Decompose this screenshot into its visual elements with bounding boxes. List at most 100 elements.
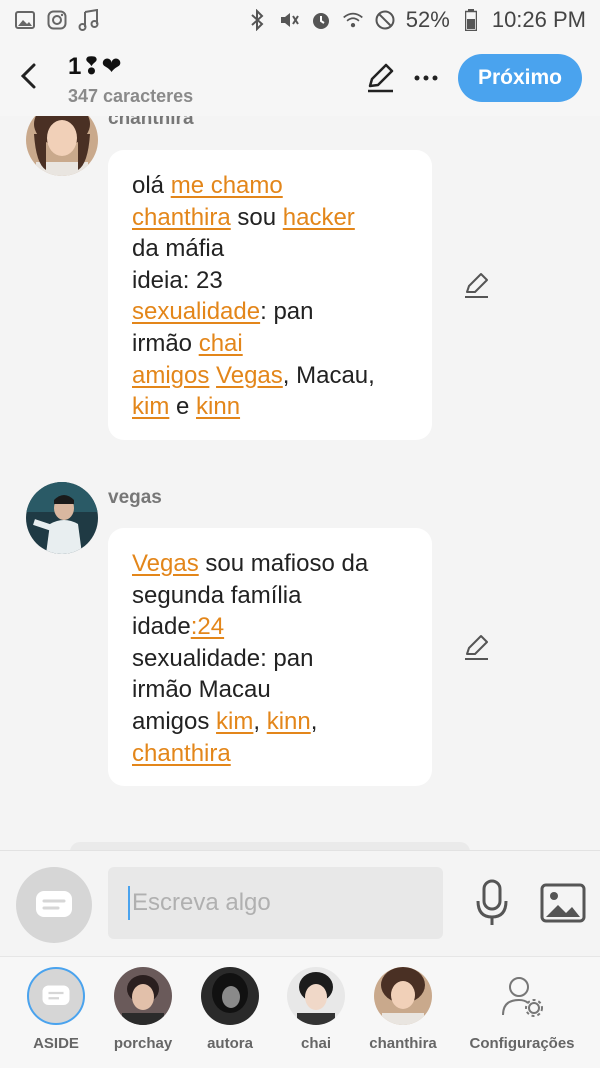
bluetooth-icon bbox=[246, 9, 268, 31]
mention-link[interactable]: Vegas bbox=[216, 362, 283, 389]
message-text: segunda família bbox=[132, 581, 302, 609]
vibrate-icon bbox=[278, 9, 300, 31]
attach-image-button[interactable] bbox=[540, 883, 586, 923]
message-line: sexualidade: pan bbox=[132, 296, 408, 328]
mention-link[interactable]: kim bbox=[132, 393, 169, 420]
message-text: ideia: 23 bbox=[132, 266, 223, 294]
nav-chanthira[interactable]: chanthira bbox=[353, 967, 453, 1052]
message-line: segunda família bbox=[132, 580, 408, 612]
message-line: irmão chai bbox=[132, 328, 408, 360]
bottom-navigation: ASIDE porchay autora chai chanthira Conf… bbox=[0, 956, 600, 1068]
mention-link[interactable]: me chamo bbox=[171, 172, 283, 199]
chevron-left-icon bbox=[20, 63, 36, 89]
message-line: idade:24 bbox=[132, 611, 408, 643]
next-button[interactable]: Próximo bbox=[458, 54, 582, 102]
text-caret bbox=[128, 886, 130, 920]
nav-label: ASIDE bbox=[33, 1035, 79, 1052]
nav-autora[interactable]: autora bbox=[180, 967, 280, 1052]
microphone-button[interactable] bbox=[474, 879, 510, 927]
microphone-icon bbox=[476, 879, 508, 925]
mention-link[interactable]: kinn bbox=[267, 708, 311, 735]
nav-settings[interactable]: Configurações bbox=[469, 967, 575, 1052]
message-text: da máfia bbox=[132, 235, 225, 263]
gallery-notification-icon bbox=[14, 9, 36, 31]
chat-bubble-icon bbox=[36, 891, 72, 917]
character-count: 347 caracteres bbox=[68, 86, 194, 106]
message-text: amigos bbox=[132, 707, 217, 735]
composer: Escreva algo bbox=[0, 850, 600, 957]
nav-label: Configurações bbox=[469, 1035, 575, 1052]
mention-link[interactable]: chanthira bbox=[132, 204, 231, 231]
avatar-vegas[interactable] bbox=[26, 482, 98, 554]
mention-link[interactable]: hacker bbox=[283, 204, 355, 231]
nav-label: autora bbox=[207, 1035, 253, 1052]
pencil-icon bbox=[465, 635, 488, 660]
back-button[interactable] bbox=[14, 58, 42, 94]
message-line: Vegas sou mafioso da bbox=[132, 548, 408, 580]
more-options-button[interactable] bbox=[410, 62, 442, 94]
message-list[interactable]: chanthira olá me chamo chanthira sou hack… bbox=[0, 116, 600, 850]
mention-link[interactable]: Vegas bbox=[132, 550, 199, 577]
avatar bbox=[374, 967, 432, 1025]
message-text: : pan bbox=[260, 298, 314, 326]
instagram-icon bbox=[46, 9, 68, 31]
message-line: chanthira sou hacker bbox=[132, 202, 408, 234]
sender-name: chanthira bbox=[108, 116, 194, 129]
clock: 10:26 PM bbox=[491, 7, 586, 32]
edit-title-button[interactable] bbox=[364, 62, 396, 94]
message-text: sexualidade: pan bbox=[132, 644, 314, 672]
message-line: da máfia bbox=[132, 233, 408, 265]
avatar-chanthira[interactable] bbox=[26, 116, 98, 176]
status-bar: 52% 10:26 PM bbox=[0, 0, 600, 40]
page-title: 1❢❤ bbox=[68, 53, 122, 80]
message-line: amigos kim, kinn, bbox=[132, 706, 408, 738]
wifi-icon bbox=[342, 9, 364, 31]
alarm-icon bbox=[310, 9, 332, 31]
message-text: olá bbox=[132, 172, 171, 199]
mention-link[interactable]: :24 bbox=[191, 613, 224, 640]
message-line: sexualidade: pan bbox=[132, 643, 408, 675]
message-line: ideia: 23 bbox=[132, 265, 408, 297]
nav-label: porchay bbox=[113, 1035, 173, 1052]
avatar bbox=[114, 967, 172, 1025]
message-line: kim e kinn bbox=[132, 391, 408, 423]
message-text: , bbox=[253, 707, 267, 735]
avatar bbox=[287, 967, 345, 1025]
nav-chai[interactable]: chai bbox=[266, 967, 366, 1052]
mention-link[interactable]: kim bbox=[216, 708, 253, 735]
music-note-icon bbox=[78, 9, 100, 31]
chat-bubble-button[interactable] bbox=[16, 867, 92, 943]
nav-label: chai bbox=[300, 1035, 331, 1052]
message-text: irmão Macau bbox=[132, 676, 271, 704]
message-input[interactable]: Escreva algo bbox=[108, 867, 443, 939]
message-bubble[interactable]: olá me chamo chanthira sou hacker da máfia… bbox=[108, 150, 432, 440]
sender-name: vegas bbox=[108, 487, 162, 508]
message-text: irmão bbox=[132, 329, 199, 357]
mention-link[interactable]: amigos bbox=[132, 362, 209, 389]
message-text: sou bbox=[230, 203, 283, 231]
editor-header: 1❢❤ 347 caracteres Próximo bbox=[0, 40, 600, 116]
aside-icon bbox=[27, 967, 85, 1025]
mention-link[interactable]: chai bbox=[199, 330, 243, 357]
message-bubble[interactable]: Vegas sou mafioso da segunda família idade… bbox=[108, 528, 432, 786]
edit-message-button[interactable] bbox=[462, 272, 490, 300]
battery-percentage: 52% bbox=[405, 7, 450, 32]
message-input-placeholder: Escreva algo bbox=[132, 889, 271, 916]
nav-porchay[interactable]: porchay bbox=[93, 967, 193, 1052]
message-text: sou mafioso da bbox=[198, 550, 369, 577]
pencil-icon bbox=[465, 273, 488, 298]
next-message-preview bbox=[70, 842, 470, 850]
nav-aside[interactable]: ASIDE bbox=[6, 967, 106, 1052]
mention-link[interactable]: kinn bbox=[196, 393, 240, 420]
nav-label: chanthira bbox=[369, 1035, 437, 1052]
pencil-icon bbox=[368, 63, 394, 93]
avatar bbox=[201, 967, 259, 1025]
message-text: idade bbox=[132, 613, 191, 641]
mention-link[interactable]: chanthira bbox=[132, 740, 231, 767]
more-horizontal-icon bbox=[414, 75, 438, 81]
mention-link[interactable]: sexualidade bbox=[132, 298, 260, 325]
message-line: chanthira bbox=[132, 738, 408, 770]
edit-message-button[interactable] bbox=[462, 634, 490, 662]
message-line: olá me chamo bbox=[132, 170, 408, 202]
image-icon bbox=[540, 883, 586, 923]
